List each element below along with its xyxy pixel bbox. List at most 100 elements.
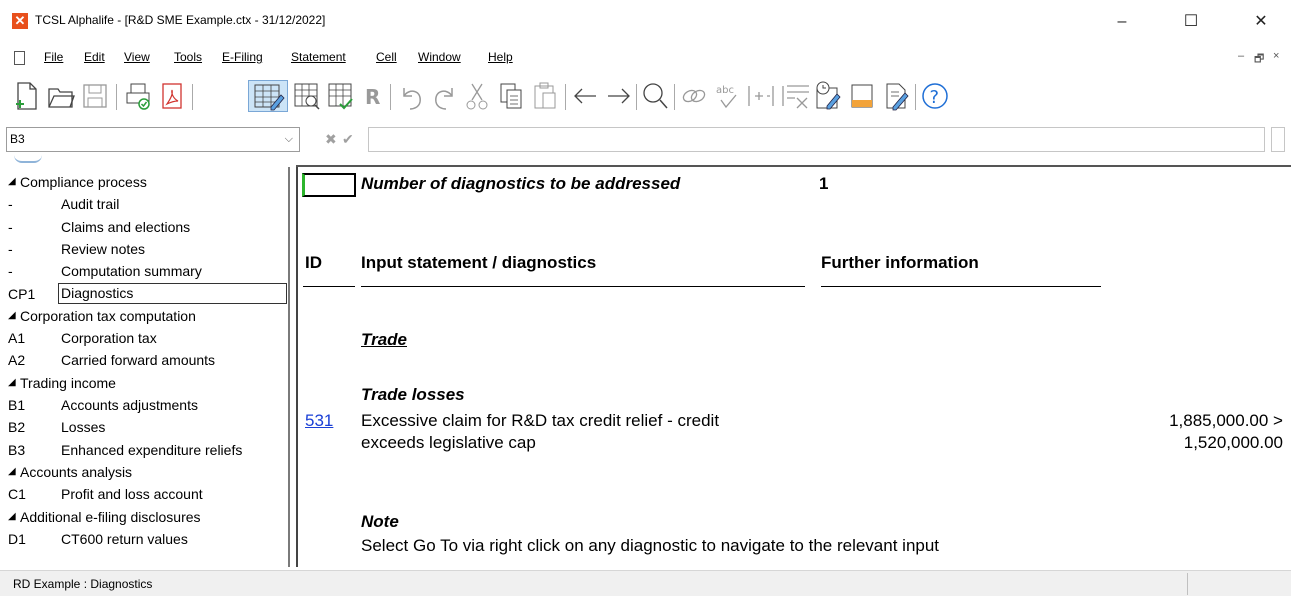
toolbar-separator — [116, 84, 117, 110]
tree-item[interactable]: D1 CT600 return values — [6, 528, 288, 550]
spellcheck-icon[interactable]: abc — [713, 80, 743, 112]
tree-item[interactable]: A2 Carried forward amounts — [6, 349, 288, 371]
tree-item-label: Corporation tax — [61, 330, 157, 347]
menu-help[interactable]: Help — [488, 50, 513, 64]
menu-edit[interactable]: Edit — [84, 50, 105, 64]
note-icon[interactable] — [847, 80, 877, 112]
delete-rows-icon[interactable] — [781, 80, 811, 112]
timed-edit-icon[interactable] — [813, 80, 843, 112]
tree-item-ref: - — [8, 263, 13, 280]
expand-triangle-icon[interactable]: ◢ — [8, 171, 16, 193]
expand-triangle-icon[interactable]: ◢ — [8, 461, 16, 483]
redo-icon[interactable] — [430, 80, 460, 112]
menu-file[interactable]: File — [44, 50, 63, 64]
count-label: Number of diagnostics to be addressed — [361, 174, 681, 193]
window-title: TCSL Alphalife - [R&D SME Example.ctx - … — [35, 13, 326, 27]
tree-item-label: Profit and loss account — [61, 486, 203, 503]
new-document-icon[interactable] — [12, 80, 42, 112]
tree-item[interactable]: B1 Accounts adjustments — [6, 394, 288, 416]
search-icon[interactable] — [640, 80, 670, 112]
column-header-further-information: Further information — [821, 253, 979, 272]
subsection-heading: Trade losses — [361, 385, 465, 404]
expand-triangle-icon[interactable]: ◢ — [8, 372, 16, 394]
cut-icon[interactable] — [462, 80, 492, 112]
copy-icon[interactable] — [496, 80, 526, 112]
close-button[interactable]: ✕ — [1238, 5, 1284, 39]
chevron-down-icon[interactable]: ⌵ — [285, 128, 293, 151]
document-icon[interactable] — [14, 51, 25, 65]
tree-item[interactable]: - Claims and elections — [6, 216, 288, 238]
print-icon[interactable] — [123, 80, 153, 112]
tree-item-label: Accounts analysis — [20, 463, 133, 480]
cell-cursor[interactable] — [302, 173, 356, 197]
paste-icon[interactable] — [530, 80, 560, 112]
tree-item[interactable]: ◢ Compliance process — [6, 171, 288, 193]
tree-item[interactable]: - Computation summary — [6, 260, 288, 282]
toolbar-separator — [390, 84, 391, 110]
help-icon[interactable]: ? — [920, 80, 950, 112]
tree-item[interactable]: B3 Enhanced expenditure reliefs — [6, 439, 288, 461]
tree-item[interactable]: ◢ Trading income — [6, 372, 288, 394]
tree-item-label: Diagnostics — [58, 282, 287, 304]
status-divider — [1187, 573, 1188, 595]
cell-reference-box[interactable]: B3 ⌵ — [6, 127, 300, 152]
open-folder-icon[interactable] — [46, 80, 76, 112]
tree-item-ref: - — [8, 196, 13, 213]
insert-rows-icon[interactable] — [747, 80, 777, 112]
link-icon[interactable] — [679, 80, 709, 112]
diagnostic-id-link[interactable]: 531 — [305, 411, 333, 431]
edit-grid-button[interactable] — [248, 80, 288, 112]
tree-item-ref: - — [8, 218, 13, 235]
mdi-restore-button[interactable]: 🗗 — [1254, 50, 1264, 69]
save-icon[interactable] — [80, 80, 110, 112]
diagnostic-text-line2[interactable]: exceeds legislative cap — [361, 433, 536, 453]
tree-item[interactable]: A1 Corporation tax — [6, 327, 288, 349]
tree-item-label: Carried forward amounts — [61, 352, 216, 369]
diagnostic-value-line1: 1,885,000.00 > — [1169, 411, 1283, 430]
expand-triangle-icon[interactable]: ◢ — [8, 305, 16, 327]
recalculate-icon[interactable]: R — [358, 80, 388, 112]
edit-document-icon[interactable] — [881, 80, 911, 112]
tree-item[interactable]: CP1 Diagnostics — [6, 282, 288, 305]
tree-item-ref: B2 — [8, 419, 26, 436]
tree-item-label: Claims and elections — [61, 218, 191, 235]
tree-item-label: Trading income — [20, 374, 116, 391]
tree-item-label: Audit trail — [61, 196, 120, 213]
note-text: Select Go To via right click on any diag… — [361, 536, 940, 555]
tree-item[interactable]: ◢ Accounts analysis — [6, 461, 288, 483]
menu-window[interactable]: Window — [418, 50, 461, 64]
cancel-edit-icon[interactable]: ✖ — [325, 131, 337, 148]
undo-icon[interactable] — [396, 80, 426, 112]
tree-item-ref: C1 — [8, 486, 26, 503]
mdi-minimize-button[interactable]: – — [1238, 50, 1244, 62]
formula-input[interactable] — [368, 127, 1265, 152]
tree-item[interactable]: C1 Profit and loss account — [6, 483, 288, 505]
menu-cell[interactable]: Cell — [376, 50, 397, 64]
expand-triangle-icon[interactable]: ◢ — [8, 506, 16, 528]
tree-item-ref: CP1 — [8, 285, 36, 302]
tree-item[interactable]: - Review notes — [6, 238, 288, 260]
tree-item[interactable]: ◢ Additional e-filing disclosures — [6, 506, 288, 528]
grid-check-icon[interactable] — [325, 80, 355, 112]
minimize-button[interactable]: – — [1099, 5, 1145, 39]
arrow-right-icon[interactable] — [604, 80, 634, 112]
menu-statement[interactable]: Statement — [291, 50, 346, 64]
arrow-left-icon[interactable] — [570, 80, 600, 112]
menu-tools[interactable]: Tools — [174, 50, 202, 64]
tree-item[interactable]: B2 Losses — [6, 416, 288, 438]
tree-item[interactable]: ◢ Corporation tax computation — [6, 305, 288, 327]
svg-text:R: R — [365, 85, 380, 109]
grid-search-icon[interactable] — [291, 80, 321, 112]
confirm-edit-icon[interactable]: ✔ — [342, 131, 354, 148]
pdf-icon[interactable] — [157, 80, 187, 112]
toolbar-separator — [674, 84, 675, 110]
mdi-close-button[interactable]: × — [1273, 50, 1279, 62]
tree-item[interactable]: - Audit trail — [6, 193, 288, 215]
cell-reference-value: B3 — [10, 132, 25, 146]
menu-efiling[interactable]: E-Filing — [222, 50, 263, 64]
maximize-button[interactable]: ☐ — [1168, 5, 1214, 39]
column-header-statement: Input statement / diagnostics — [361, 253, 597, 272]
diagnostic-text-line1[interactable]: Excessive claim for R&D tax credit relie… — [361, 411, 719, 431]
formula-expand-button[interactable] — [1271, 127, 1285, 152]
menu-view[interactable]: View — [124, 50, 150, 64]
